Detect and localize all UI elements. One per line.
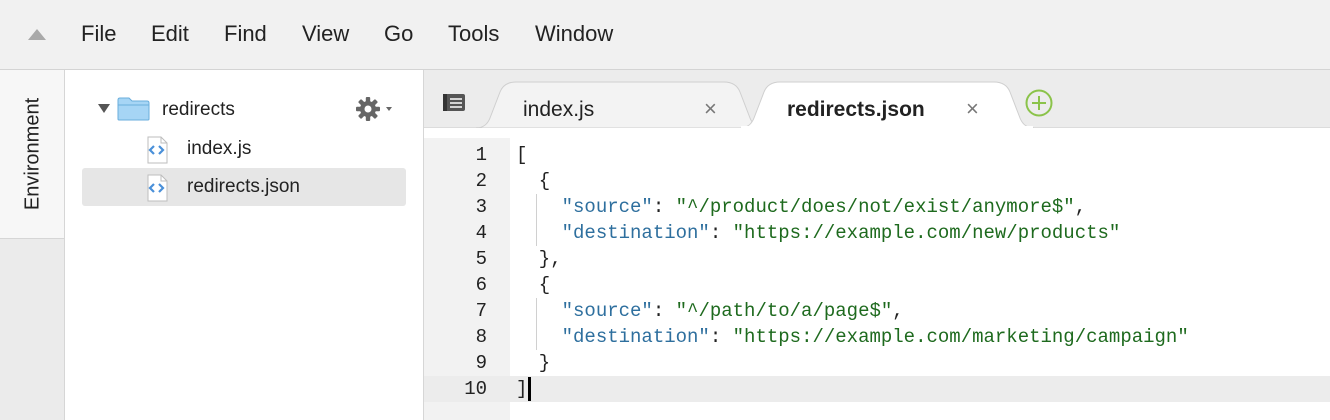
list-icon[interactable] — [442, 92, 468, 114]
json-string: "https://example.com/new/products" — [732, 222, 1121, 244]
line-number: 8 — [475, 326, 487, 348]
menu-window[interactable]: Window — [535, 20, 613, 48]
line-number: 9 — [475, 352, 487, 374]
plus-circle-icon[interactable] — [1024, 88, 1054, 118]
code-line[interactable]: 7 "source": "^/path/to/a/page$", — [424, 298, 1330, 324]
tree-file-row-selected[interactable]: redirects.json — [65, 168, 423, 206]
tree-file-row[interactable]: index.js — [65, 130, 423, 168]
code-line[interactable]: 9 } — [424, 350, 1330, 376]
line-number: 6 — [475, 274, 487, 296]
code-line[interactable]: 5 }, — [424, 246, 1330, 272]
file-label-redirects: redirects.json — [187, 176, 300, 197]
editor-pane: index.js × redirects.json × 1[2 {3 "sour… — [424, 70, 1330, 420]
menu-go[interactable]: Go — [384, 20, 413, 48]
gear-icon[interactable] — [354, 94, 394, 124]
json-punctuation: : — [709, 222, 733, 244]
line-text: { — [516, 168, 550, 194]
json-string: "^/path/to/a/page$" — [675, 300, 893, 322]
tab-index-js-label[interactable]: index.js — [523, 97, 594, 123]
code-file-icon — [147, 174, 168, 202]
json-punctuation — [516, 222, 562, 244]
menu-view[interactable]: View — [302, 20, 349, 48]
json-key: "source" — [561, 196, 653, 218]
json-punctuation — [516, 196, 562, 218]
folder-icon — [117, 97, 150, 121]
line-text: { — [516, 272, 550, 298]
code-line[interactable]: 10] — [424, 376, 1330, 402]
indent-guide — [536, 194, 537, 246]
line-text: "destination": "https://example.com/new/… — [516, 220, 1121, 246]
json-punctuation: , — [1074, 196, 1087, 218]
chevron-down-icon[interactable] — [98, 104, 110, 113]
json-punctuation: { — [516, 170, 551, 192]
line-number: 7 — [475, 300, 487, 322]
code-line[interactable]: 2 { — [424, 168, 1330, 194]
tab-bar: index.js × redirects.json × — [424, 70, 1330, 128]
json-key: "destination" — [561, 326, 710, 348]
file-label-index: index.js — [187, 138, 252, 159]
line-text: } — [516, 350, 550, 376]
tree-folder-row[interactable]: redirects — [65, 90, 423, 128]
tab-environment[interactable]: Environment — [0, 70, 64, 239]
menu-file[interactable]: File — [81, 20, 116, 48]
indent-guide — [536, 298, 537, 350]
code-editor[interactable]: 1[2 {3 "source": "^/product/does/not/exi… — [424, 138, 1330, 420]
line-number: 10 — [464, 378, 487, 400]
json-punctuation — [516, 326, 562, 348]
file-tree: redirects index.js redirects.json — [65, 70, 424, 420]
json-punctuation: ] — [516, 378, 528, 400]
code-line[interactable]: 8 "destination": "https://example.com/ma… — [424, 324, 1330, 350]
code-line[interactable]: 3 "source": "^/product/does/not/exist/an… — [424, 194, 1330, 220]
json-string: "^/product/does/not/exist/anymore$" — [675, 196, 1075, 218]
line-text: }, — [516, 246, 562, 272]
json-punctuation: , — [892, 300, 904, 322]
text-cursor — [528, 377, 531, 401]
line-number: 3 — [475, 196, 487, 218]
json-punctuation: } — [516, 352, 551, 374]
json-punctuation: }, — [516, 248, 562, 270]
json-key: "destination" — [561, 222, 710, 244]
code-line[interactable]: 1[ — [424, 142, 1330, 168]
menu-bar: File Edit Find View Go Tools Window — [0, 0, 1330, 70]
code-file-icon — [147, 136, 168, 164]
line-text: [ — [516, 142, 527, 168]
json-punctuation: : — [652, 196, 676, 218]
collapse-triangle-icon[interactable] — [28, 29, 46, 40]
json-punctuation: : — [709, 326, 733, 348]
menu-edit[interactable]: Edit — [151, 20, 189, 48]
line-number: 1 — [475, 144, 487, 166]
code-line[interactable]: 4 "destination": "https://example.com/ne… — [424, 220, 1330, 246]
menu-find[interactable]: Find — [224, 20, 267, 48]
json-punctuation: : — [652, 300, 676, 322]
menu-tools[interactable]: Tools — [448, 20, 499, 48]
json-key: "source" — [561, 300, 653, 322]
line-number: 5 — [475, 248, 487, 270]
line-number: 2 — [475, 170, 487, 192]
line-text: "source": "^/path/to/a/page$", — [516, 298, 904, 324]
tab-redirects-json-label[interactable]: redirects.json — [787, 97, 925, 123]
side-tab-strip: Environment — [0, 70, 65, 420]
line-number: 4 — [475, 222, 487, 244]
folder-label: redirects — [162, 99, 235, 120]
close-icon[interactable]: × — [966, 97, 979, 121]
json-punctuation: [ — [516, 144, 528, 166]
json-string: "https://example.com/marketing/campaign" — [732, 326, 1189, 348]
line-text: ] — [516, 376, 527, 402]
line-text: "destination": "https://example.com/mark… — [516, 324, 1189, 350]
json-punctuation — [516, 300, 562, 322]
code-line[interactable]: 6 { — [424, 272, 1330, 298]
json-punctuation: { — [516, 274, 551, 296]
environment-tab-label: Environment — [21, 97, 44, 211]
line-text: "source": "^/product/does/not/exist/anym… — [516, 194, 1087, 220]
close-icon[interactable]: × — [704, 97, 717, 121]
